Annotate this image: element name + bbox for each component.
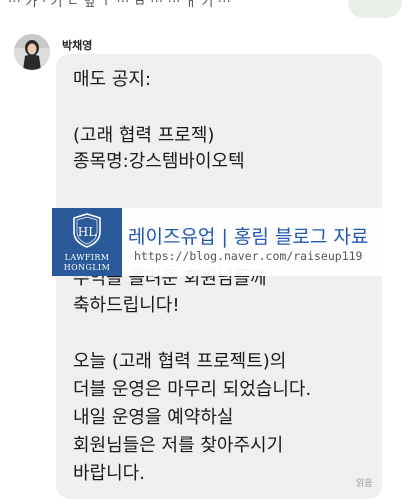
previous-own-bubble [348,0,402,18]
watermark-title: 레이즈유업 | 홍림 블로그 자료 [128,226,369,248]
message-line: 바랍니다. [73,463,145,484]
avatar[interactable] [14,34,50,70]
message-line: (고래 협력 프로젝) [73,125,215,146]
message-line: 회원님들은 저를 찾아주시기 [73,435,284,456]
previous-message-fragment: ··· 가 · 기 ㄴ 잎 ㅜ ··· ㅂ ··· ··· ㅐ 기 ··· [8,0,231,10]
logo-brand-line2: HONGLIM [63,263,111,272]
logo-brand-line1: LAWFIRM [64,253,110,262]
message-line: 종목명:강스템바이오텍 [73,151,245,172]
avatar-photo-icon [14,34,50,70]
message-line: 축하드립니다! [73,295,180,316]
logo-letters: HL [78,225,96,239]
message-line: 매도 공지: [73,69,152,90]
read-status: 읽음 [356,479,373,489]
chat-area: ··· 가 · 기 ㄴ 잎 ㅜ ··· ㅂ ··· ··· ㅐ 기 ··· 박채… [0,0,412,499]
watermark-banner: HL LAWFIRM HONGLIM 레이즈유업 | 홍림 블로그 자료 htt… [52,208,386,276]
message-line: 오늘 (고래 협력 프로젝트)의 [73,351,287,372]
message-line: 더블 운영은 마무리 되었습니다. [73,379,312,400]
watermark-url: https://blog.naver.com/raiseup119 [134,249,363,263]
lawfirm-logo: HL LAWFIRM HONGLIM [52,208,122,276]
message-line: 내일 운영을 예약하실 [73,407,234,428]
sender-name[interactable]: 박채영 [62,37,92,53]
shield-logo-icon: HL [73,213,101,248]
